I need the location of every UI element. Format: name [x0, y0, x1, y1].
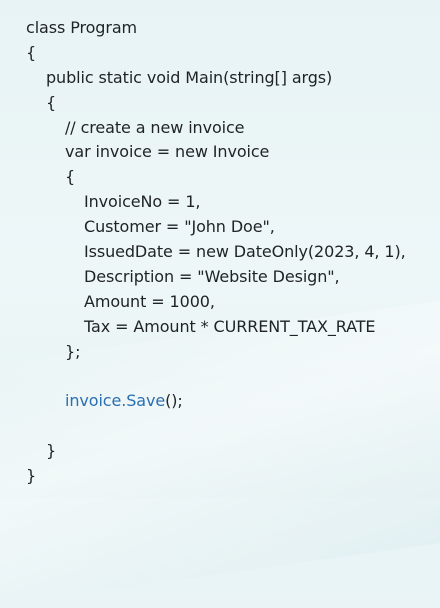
code-line-main-open-brace: {	[46, 92, 57, 112]
code-line-initializer-close: };	[65, 341, 81, 361]
code-line-invoice-declaration: var invoice = new Invoice	[65, 142, 270, 162]
code-line-invoice-no: InvoiceNo = 1,	[84, 192, 201, 212]
save-call-parens: ();	[165, 391, 183, 411]
code-line-class-open-brace: {	[26, 42, 37, 62]
code-line-class-close-brace: }	[26, 466, 37, 486]
save-method-call: invoice.Save	[65, 391, 166, 411]
code-line-class-declaration: class Program	[26, 18, 138, 37]
code-line-main-close-brace: }	[46, 441, 57, 461]
code-line-save-call: invoice.Save();	[0, 389, 440, 414]
code-line-comment: // create a new invoice	[65, 117, 245, 137]
code-line-customer: Customer = "John Doe",	[84, 217, 275, 237]
code-editor: class Program { public static void Main(…	[0, 0, 440, 498]
code-line-description: Description = "Website Design",	[84, 266, 340, 286]
code-line-tax: Tax = Amount * CURRENT_TAX_RATE	[84, 316, 376, 336]
code-line-issued-date: IssuedDate = new DateOnly(2023, 4, 1),	[84, 242, 406, 262]
code-line-amount: Amount = 1000,	[84, 291, 215, 311]
code-line-initializer-open-brace: {	[65, 167, 76, 187]
code-line-main-signature: public static void Main(string[] args)	[46, 67, 333, 87]
